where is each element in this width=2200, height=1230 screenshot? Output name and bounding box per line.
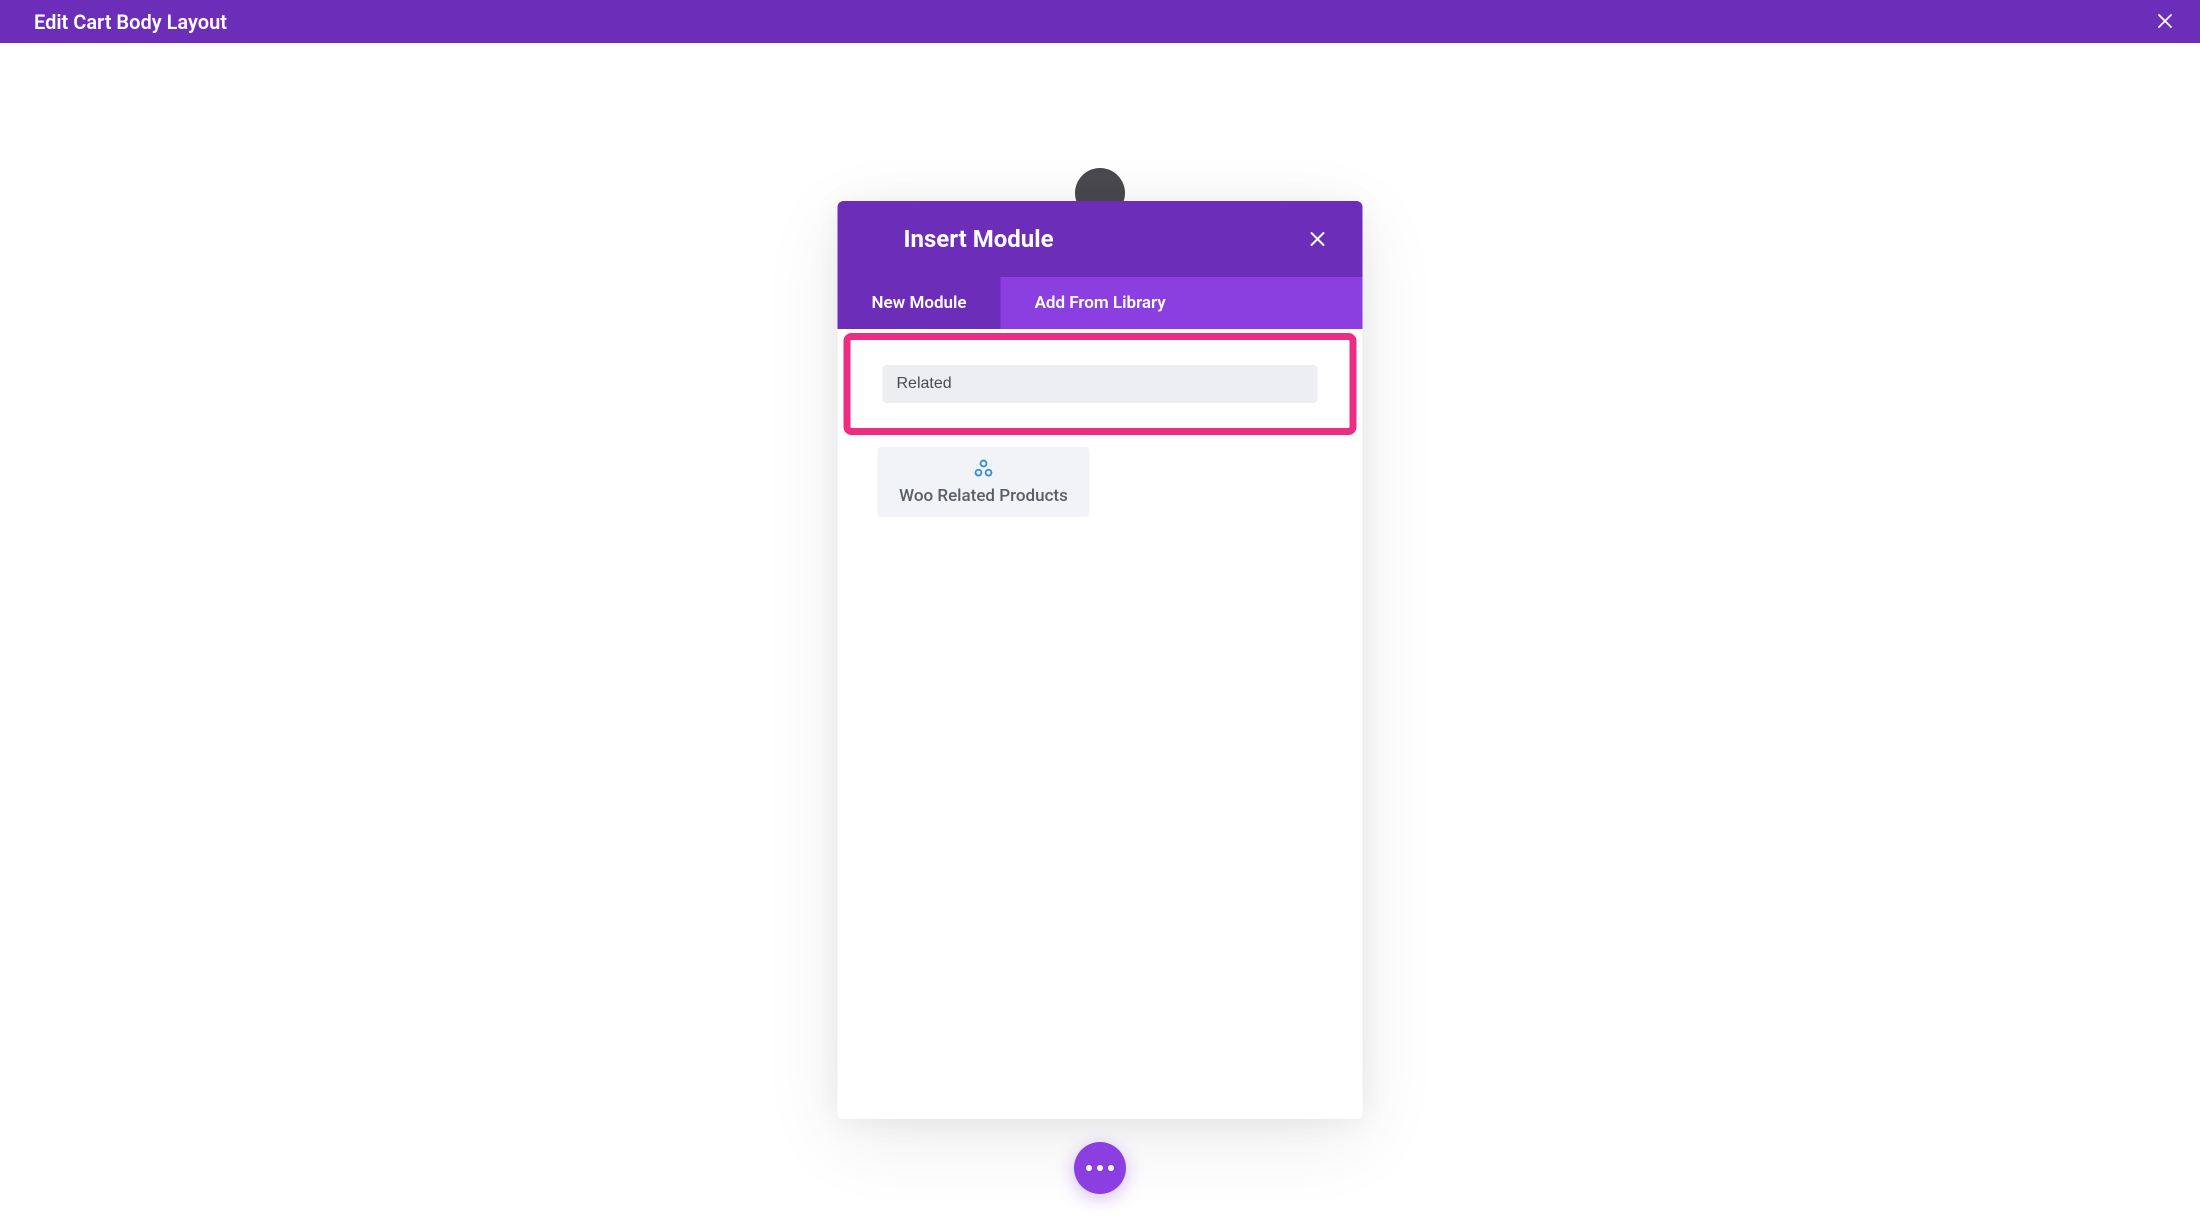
close-icon	[1309, 230, 1327, 248]
admin-top-bar: Edit Cart Body Layout	[0, 0, 2200, 43]
module-results-grid: Woo Related Products	[838, 439, 1363, 525]
module-search-input[interactable]	[883, 365, 1318, 403]
module-label: Woo Related Products	[899, 486, 1068, 506]
module-icon	[973, 458, 995, 480]
module-item-woo-related-products[interactable]: Woo Related Products	[878, 447, 1090, 517]
modal-tabs: New Module Add From Library	[838, 277, 1363, 329]
editor-canvas: Insert Module New Module Add From Librar…	[0, 43, 2200, 1230]
ellipsis-icon	[1086, 1165, 1114, 1171]
builder-settings-fab[interactable]	[1074, 1142, 1126, 1194]
search-highlight-box	[844, 333, 1357, 435]
tab-new-module[interactable]: New Module	[838, 277, 1001, 329]
tab-add-from-library[interactable]: Add From Library	[1001, 277, 1200, 329]
close-icon	[2156, 12, 2174, 30]
modal-header: Insert Module	[838, 201, 1363, 277]
modal-close-button[interactable]	[1303, 224, 1333, 254]
page-close-button[interactable]	[2152, 6, 2178, 38]
modal-body: Woo Related Products	[838, 333, 1363, 1119]
page-title: Edit Cart Body Layout	[34, 10, 227, 34]
insert-module-modal: Insert Module New Module Add From Librar…	[838, 201, 1363, 1119]
modal-title: Insert Module	[904, 225, 1303, 253]
